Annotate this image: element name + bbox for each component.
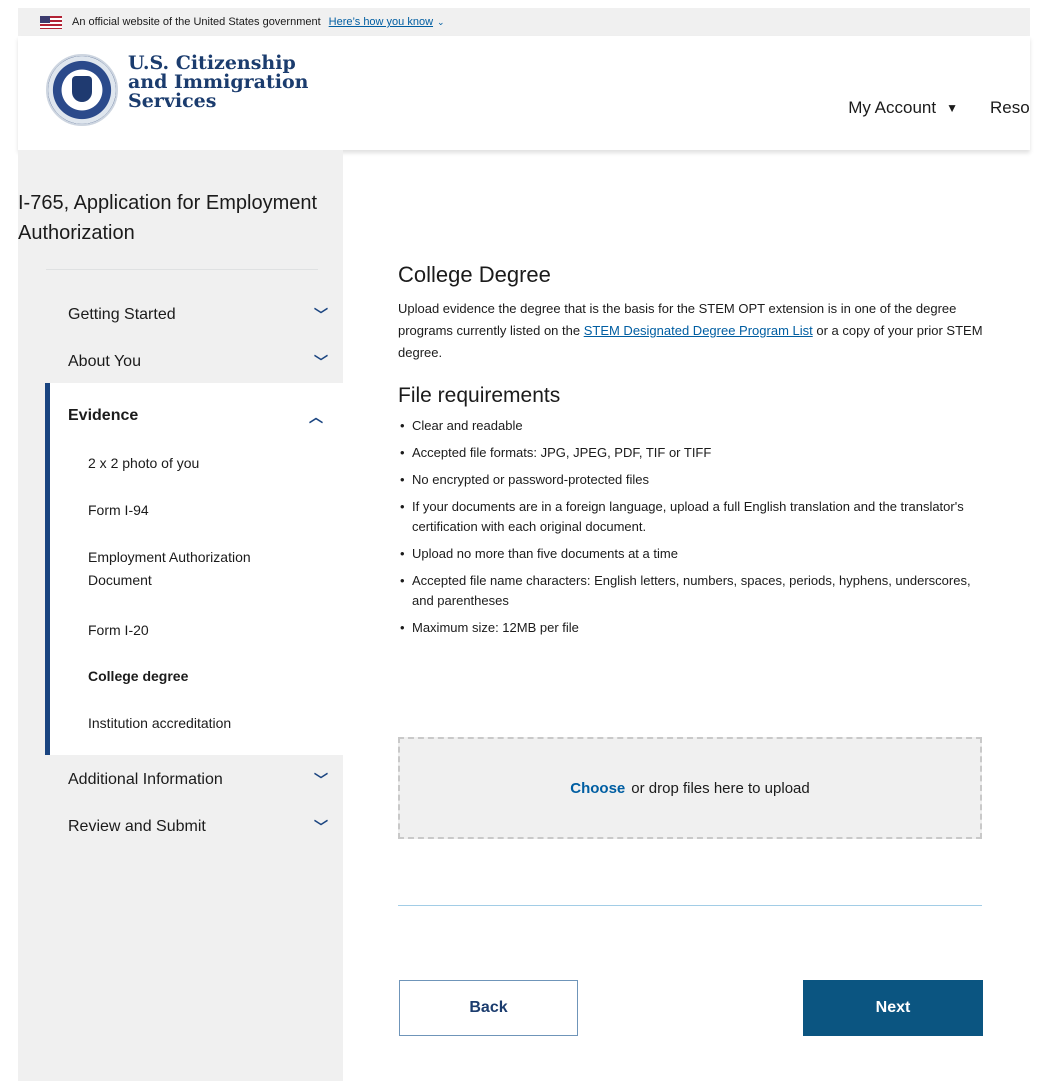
gov-banner: An official website of the United States… — [18, 8, 1030, 36]
sidebar-item-label: Evidence — [68, 407, 139, 424]
sidebar-item-additional-information[interactable]: Additional Information ﹀ — [68, 770, 328, 790]
intro-text: Upload evidence the degree that is the b… — [398, 298, 998, 364]
list-item: If your documents are in a foreign langu… — [398, 497, 988, 537]
sidebar-item-label: About You — [68, 353, 141, 370]
next-button[interactable]: Next — [803, 980, 983, 1036]
list-item: Accepted file formats: JPG, JPEG, PDF, T… — [398, 443, 988, 463]
dhs-seal-logo[interactable] — [46, 54, 118, 126]
top-nav: My Account ▼ Resources — [848, 98, 1030, 118]
sidebar-subitem-college-degree[interactable]: College degree — [88, 665, 188, 688]
list-item: No encrypted or password-protected files — [398, 470, 988, 490]
sidebar-item-evidence[interactable]: Evidence ︿ — [68, 407, 323, 427]
sidebar-section-evidence: Evidence ︿ 2 x 2 photo of you Form I-94 … — [45, 383, 343, 755]
heres-how-you-know-link[interactable]: Here’s how you know — [329, 16, 433, 28]
agency-name-line-3: Services — [128, 90, 217, 112]
resources-label: Resources — [990, 98, 1030, 117]
list-item: Clear and readable — [398, 416, 988, 436]
page-title: College Degree — [398, 262, 551, 287]
gov-banner-text: An official website of the United States… — [72, 16, 321, 28]
file-requirements-heading: File requirements — [398, 384, 561, 407]
my-account-label: My Account — [848, 98, 937, 117]
chevron-up-icon: ︿ — [309, 409, 323, 425]
agency-name[interactable]: U.S. Citizenship and Immigration Service… — [128, 54, 308, 111]
upload-instructions: or drop files here to upload — [631, 779, 810, 797]
file-requirements-list: Clear and readable Accepted file formats… — [398, 416, 998, 638]
list-item: Accepted file name characters: English l… — [398, 571, 988, 611]
sidebar-subitem-ead[interactable]: Employment Authorization Document — [88, 546, 298, 592]
chevron-down-icon: ﹀ — [314, 772, 328, 788]
sidebar-item-getting-started[interactable]: Getting Started ﹀ — [68, 305, 328, 325]
list-item: Maximum size: 12MB per file — [398, 618, 988, 638]
sidebar-item-label: Review and Submit — [68, 818, 206, 835]
sidebar-item-label: Additional Information — [68, 771, 223, 788]
caret-down-icon: ▼ — [946, 101, 958, 115]
sidebar-subitem-form-i20[interactable]: Form I-20 — [88, 619, 149, 642]
sidebar-subitem-form-i94[interactable]: Form I-94 — [88, 499, 149, 522]
chevron-down-icon: ﹀ — [314, 819, 328, 835]
main-content: College Degree Upload evidence the degre… — [398, 262, 998, 645]
file-upload-dropzone[interactable]: Choose or drop files here to upload — [398, 737, 982, 839]
sidebar-subitem-photo[interactable]: 2 x 2 photo of you — [88, 452, 199, 475]
sidebar-subitem-institution-accreditation[interactable]: Institution accreditation — [88, 712, 231, 735]
section-divider — [398, 905, 982, 906]
chevron-down-icon[interactable]: ⌄ — [437, 17, 445, 28]
sidebar-item-about-you[interactable]: About You ﹀ — [68, 352, 328, 372]
choose-file-link[interactable]: Choose — [570, 780, 625, 797]
chevron-down-icon: ﹀ — [314, 354, 328, 370]
sidebar-item-review-and-submit[interactable]: Review and Submit ﹀ — [68, 817, 328, 837]
application-title: I-765, Application for Employment Author… — [18, 192, 318, 244]
stem-degree-list-link[interactable]: STEM Designated Degree Program List — [584, 323, 813, 338]
my-account-menu[interactable]: My Account ▼ — [848, 98, 958, 118]
us-flag-icon — [40, 15, 62, 29]
resources-menu[interactable]: Resources — [990, 98, 1030, 118]
sidebar: I-765, Application for Employment Author… — [18, 150, 343, 1081]
back-button[interactable]: Back — [399, 980, 578, 1036]
sidebar-item-label: Getting Started — [68, 306, 176, 323]
site-header: U.S. Citizenship and Immigration Service… — [18, 36, 1030, 150]
chevron-down-icon: ﹀ — [314, 307, 328, 323]
sidebar-divider — [46, 269, 318, 270]
list-item: Upload no more than five documents at a … — [398, 544, 988, 564]
